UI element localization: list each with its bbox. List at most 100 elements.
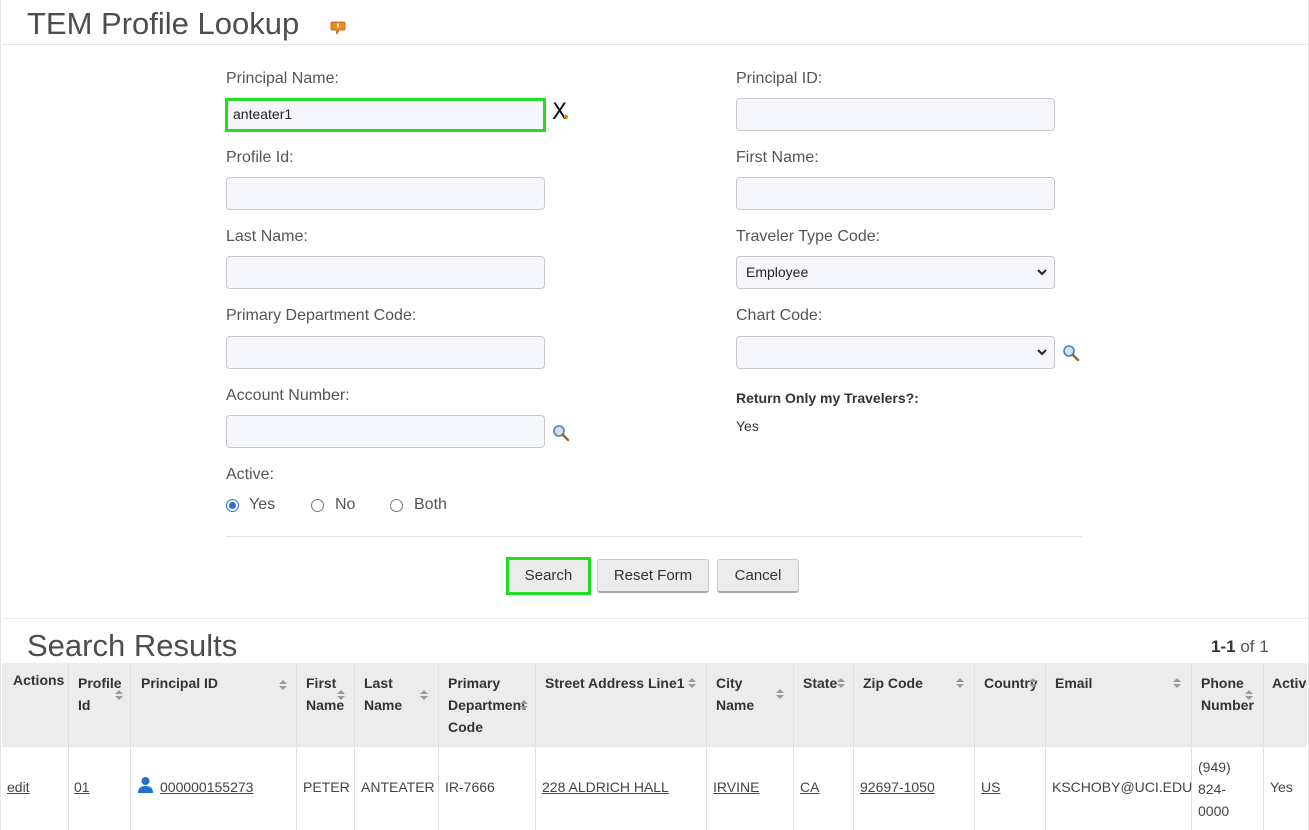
- col-active-label: Active: [1272, 675, 1307, 691]
- principal-id-input[interactable]: [736, 98, 1055, 131]
- results-pager: 1-1 of 1: [1211, 637, 1269, 657]
- active-yes-label: Yes: [249, 496, 276, 513]
- sort-icon[interactable]: [1029, 677, 1037, 689]
- dept-code-cell: IR-7666: [445, 779, 495, 795]
- active-both-label: Both: [414, 496, 447, 513]
- sort-icon[interactable]: [956, 677, 964, 689]
- sort-icon[interactable]: [776, 688, 784, 700]
- sort-icon[interactable]: [115, 689, 123, 701]
- active-no-label: No: [335, 496, 356, 513]
- zip-code-link[interactable]: 92697-1050: [860, 779, 935, 795]
- clear-principal-name-button[interactable]: X: [552, 100, 568, 125]
- cancel-button[interactable]: Cancel: [717, 559, 799, 593]
- column-divider: [68, 663, 69, 830]
- sort-icon[interactable]: [520, 699, 528, 711]
- traveler-type-code-label: Traveler Type Code:: [736, 228, 881, 245]
- sort-icon[interactable]: [279, 679, 287, 691]
- col-city-label-1: City: [716, 675, 743, 691]
- col-city-name[interactable]: City Name: [716, 663, 788, 747]
- active-no-radio[interactable]: [311, 499, 324, 512]
- col-email[interactable]: Email: [1055, 663, 1185, 747]
- street-address-link[interactable]: 228 ALDRICH HALL: [542, 779, 669, 795]
- column-divider: [296, 663, 297, 830]
- col-last-name-label-2: Name: [364, 697, 403, 713]
- col-principal-id[interactable]: Principal ID: [141, 663, 291, 747]
- col-dept-label-1: Primary: [448, 675, 501, 691]
- header-divider: [2, 44, 1307, 45]
- col-zip-code[interactable]: Zip Code: [863, 663, 969, 747]
- edit-link[interactable]: edit: [7, 779, 30, 795]
- col-last-name-label-1: Last: [364, 675, 393, 691]
- col-profile-id-label-2: Id: [78, 697, 91, 713]
- last-name-input[interactable]: [226, 256, 545, 289]
- results-title: Search Results: [27, 628, 238, 663]
- search-button[interactable]: Search: [506, 557, 591, 595]
- col-last-name[interactable]: Last Name: [364, 663, 434, 747]
- principal-name-label: Principal Name:: [226, 70, 339, 87]
- account-lookup-magnifier-icon[interactable]: [552, 424, 570, 442]
- city-link[interactable]: IRVINE: [713, 779, 759, 795]
- profile-id-input[interactable]: [226, 177, 545, 210]
- first-name-label: First Name:: [736, 149, 819, 166]
- active-cell: Yes: [1270, 779, 1293, 795]
- sort-icon[interactable]: [1173, 677, 1181, 689]
- traveler-type-selected-value: Employee: [746, 264, 809, 280]
- col-first-name[interactable]: First Name: [306, 663, 350, 747]
- principal-name-input[interactable]: anteater1: [225, 98, 546, 132]
- state-link[interactable]: CA: [800, 779, 819, 795]
- first-name-input[interactable]: [736, 177, 1055, 210]
- traveler-type-code-select[interactable]: Employee: [736, 256, 1055, 289]
- col-state[interactable]: State: [803, 663, 851, 747]
- column-divider: [1045, 663, 1046, 830]
- col-state-label: State: [803, 675, 838, 691]
- column-divider: [130, 663, 131, 830]
- sort-icon[interactable]: [688, 677, 696, 689]
- primary-department-code-label: Primary Department Code:: [226, 307, 417, 324]
- chart-code-select[interactable]: [736, 336, 1055, 369]
- country-link[interactable]: US: [981, 779, 1000, 795]
- column-divider: [853, 663, 854, 830]
- col-zip-label: Zip Code: [863, 675, 923, 691]
- chart-lookup-magnifier-icon[interactable]: [1062, 344, 1080, 362]
- pager-range: 1-1: [1211, 637, 1236, 656]
- person-icon[interactable]: [137, 776, 154, 793]
- last-name-label: Last Name:: [226, 228, 308, 245]
- col-active[interactable]: Active: [1272, 663, 1307, 747]
- primary-department-code-input[interactable]: [226, 336, 545, 369]
- section-divider: [2, 618, 1307, 619]
- principal-id-link[interactable]: 000000155273: [160, 779, 253, 795]
- active-yes-radio[interactable]: [226, 499, 239, 512]
- chevron-down-icon: [1037, 269, 1047, 276]
- col-profile-id[interactable]: Profile Id: [78, 663, 128, 747]
- profile-id-link[interactable]: 01: [74, 779, 90, 795]
- column-divider: [974, 663, 975, 830]
- return-only-my-travelers-value: Yes: [736, 418, 759, 434]
- col-street-address[interactable]: Street Address Line1: [545, 663, 703, 747]
- col-city-label-2: Name: [716, 697, 755, 713]
- sort-icon[interactable]: [1245, 689, 1253, 701]
- col-phone-label-1: Phone: [1201, 675, 1244, 691]
- info-bubble-icon[interactable]: [330, 21, 346, 35]
- sort-icon[interactable]: [420, 689, 428, 701]
- col-principal-id-label: Principal ID: [141, 675, 219, 691]
- col-street-label: Street Address Line1: [545, 675, 685, 691]
- column-divider: [354, 663, 355, 830]
- page-title: TEM Profile Lookup: [27, 6, 300, 41]
- active-both-radio[interactable]: [390, 499, 403, 512]
- sort-icon[interactable]: [837, 677, 845, 689]
- col-country[interactable]: Country: [984, 663, 1042, 747]
- col-primary-department-code[interactable]: Primary Department Code: [448, 663, 532, 747]
- first-name-cell: PETER: [303, 779, 350, 795]
- account-number-label: Account Number:: [226, 387, 350, 404]
- reset-form-button[interactable]: Reset Form: [597, 559, 709, 593]
- column-divider: [438, 663, 439, 830]
- sort-icon[interactable]: [337, 689, 345, 701]
- profile-id-label: Profile Id:: [226, 149, 294, 166]
- col-phone-number[interactable]: Phone Number: [1201, 663, 1257, 747]
- return-only-my-travelers-label: Return Only my Travelers?:: [736, 390, 919, 406]
- col-first-name-label-1: First: [306, 675, 337, 691]
- clear-x-icon: X: [552, 100, 568, 125]
- account-number-input[interactable]: [226, 415, 545, 448]
- column-divider: [793, 663, 794, 830]
- col-dept-label-2: Department: [448, 697, 526, 713]
